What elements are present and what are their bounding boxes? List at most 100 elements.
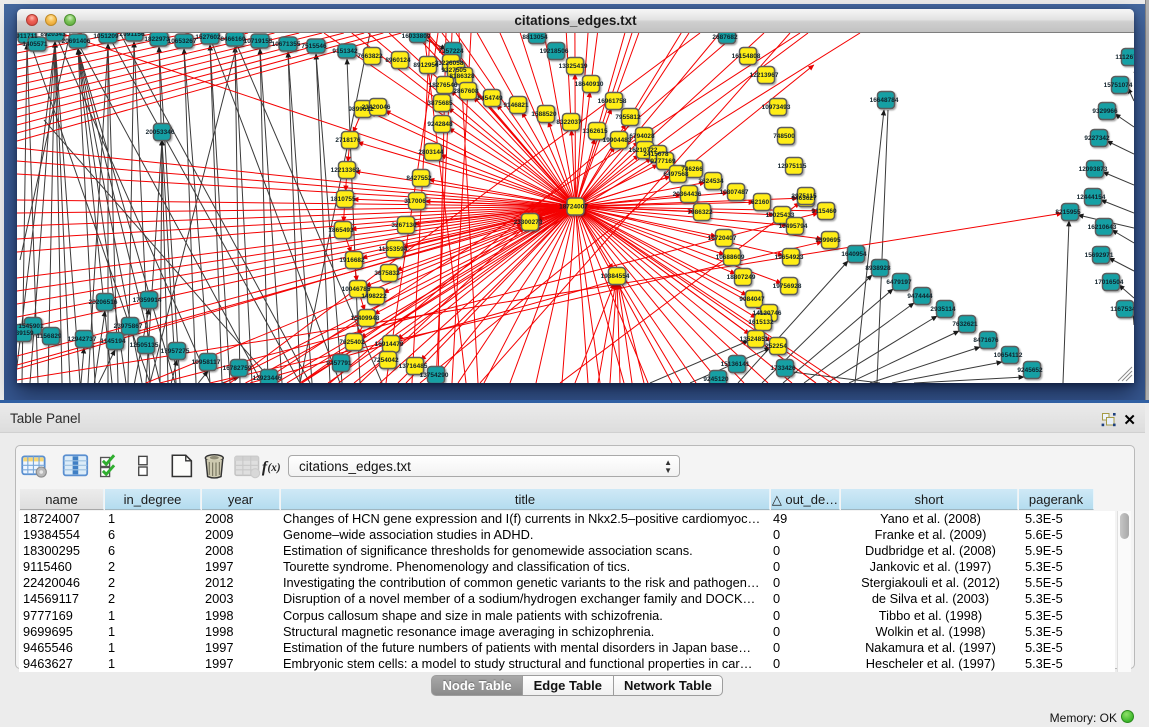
svg-text:1822973: 1822973 (144, 36, 170, 43)
svg-text:9457791: 9457791 (326, 360, 352, 367)
svg-text:9245120: 9245120 (703, 376, 729, 383)
svg-text:9242848: 9242848 (427, 121, 453, 128)
svg-text:1640954: 1640954 (841, 251, 867, 258)
svg-text:10653267: 10653267 (168, 38, 197, 45)
svg-text:20206516: 20206516 (89, 299, 118, 306)
svg-text:10671355: 10671355 (272, 41, 301, 48)
svg-text:9777169: 9777169 (650, 158, 676, 165)
svg-text:9084047: 9084047 (739, 296, 765, 303)
svg-text:16210643: 16210643 (1088, 224, 1117, 231)
svg-text:23226058: 23226058 (435, 60, 464, 67)
svg-text:7515546: 7515546 (301, 43, 327, 50)
svg-text:10046785: 10046785 (342, 286, 371, 293)
svg-text:20364436: 20364436 (673, 191, 702, 198)
svg-text:17359914: 17359914 (133, 297, 162, 304)
svg-text:8215955: 8215955 (1055, 209, 1081, 216)
svg-text:9227342: 9227342 (1084, 135, 1110, 142)
svg-text:1588520: 1588520 (531, 111, 557, 118)
svg-text:748500: 748500 (773, 133, 795, 140)
svg-text:19384554: 19384554 (601, 273, 630, 280)
svg-text:18640910: 18640910 (575, 81, 604, 88)
svg-text:6497568: 6497568 (663, 171, 689, 178)
svg-text:8938928: 8938928 (865, 265, 891, 272)
svg-text:10654112: 10654112 (994, 352, 1023, 359)
svg-text:252254: 252254 (765, 343, 787, 350)
svg-text:8186328: 8186328 (449, 73, 475, 80)
svg-text:10719155: 10719155 (244, 38, 273, 45)
svg-text:10973493: 10973493 (762, 104, 791, 111)
svg-text:9146821: 9146821 (503, 102, 529, 109)
svg-text:(x): (x) (268, 462, 281, 474)
svg-text:1405571: 1405571 (22, 41, 48, 48)
svg-text:1498222: 1498222 (361, 293, 387, 300)
svg-text:8471676: 8471676 (973, 337, 999, 344)
svg-text:8322037: 8322037 (556, 119, 582, 126)
svg-text:19654923: 19654923 (775, 254, 804, 261)
svg-text:6479197: 6479197 (886, 279, 912, 286)
svg-text:9115460: 9115460 (811, 208, 837, 215)
svg-text:2975115: 2975115 (791, 193, 817, 200)
svg-text:1733426: 1733426 (770, 365, 796, 372)
svg-text:15409948: 15409948 (351, 315, 380, 322)
svg-text:12093873: 12093873 (1079, 166, 1108, 173)
svg-text:1156829: 1156829 (36, 333, 62, 340)
svg-text:13325419: 13325419 (559, 63, 588, 70)
svg-text:16914479: 16914479 (375, 341, 404, 348)
svg-text:9245652: 9245652 (1017, 367, 1043, 374)
svg-text:12213967: 12213967 (750, 72, 779, 79)
svg-text:19218506: 19218506 (540, 48, 569, 55)
svg-text:7254042: 7254042 (373, 357, 399, 364)
svg-text:15720407: 15720407 (708, 235, 737, 242)
svg-text:15751074: 15751074 (1104, 82, 1133, 89)
svg-text:16154808: 16154808 (732, 53, 761, 60)
svg-text:19756928: 19756928 (773, 283, 802, 290)
svg-text:8813054: 8813054 (522, 34, 548, 41)
svg-text:2415678: 2415678 (643, 151, 669, 158)
svg-text:18724007: 18724007 (559, 204, 588, 211)
svg-text:1051209: 1051209 (93, 33, 119, 40)
svg-text:12942737: 12942737 (68, 336, 97, 343)
svg-text:9474444: 9474444 (907, 293, 933, 300)
svg-text:12444154: 12444154 (1077, 194, 1106, 201)
svg-text:8960124: 8960124 (385, 57, 411, 64)
svg-text:2803144: 2803144 (418, 149, 444, 156)
svg-text:1239159: 1239159 (17, 330, 34, 337)
svg-text:16782759: 16782759 (223, 365, 252, 372)
svg-text:1112674: 1112674 (1115, 54, 1134, 61)
svg-text:1911711: 1911711 (17, 33, 38, 40)
svg-text:16648784: 16648784 (870, 97, 899, 104)
svg-text:19904483: 19904483 (603, 137, 632, 144)
svg-text:1145194: 1145194 (100, 338, 126, 345)
svg-text:20053346: 20053346 (146, 129, 175, 136)
svg-text:16961758: 16961758 (598, 98, 627, 105)
svg-text:8454749: 8454749 (477, 95, 503, 102)
svg-text:9151342: 9151342 (332, 48, 358, 55)
svg-text:13524851: 13524851 (740, 336, 769, 343)
svg-text:7986322: 7986322 (687, 209, 713, 216)
svg-text:2867608: 2867608 (453, 88, 479, 95)
svg-text:2687682: 2687682 (712, 34, 738, 41)
svg-text:13495794: 13495794 (779, 223, 808, 230)
svg-text:6794028: 6794028 (629, 133, 655, 140)
svg-text:14120746: 14120746 (753, 310, 782, 317)
svg-text:16033809: 16033809 (402, 33, 431, 40)
svg-text:3624534: 3624534 (698, 178, 724, 185)
svg-text:1810755: 1810755 (330, 196, 356, 203)
svg-text:2935114: 2935114 (930, 306, 956, 313)
svg-text:317006: 317006 (404, 198, 426, 205)
svg-text:13754290: 13754290 (420, 372, 449, 379)
svg-text:1362615: 1362615 (582, 128, 608, 135)
svg-text:1167534: 1167534 (1110, 306, 1134, 313)
svg-text:17957275: 17957275 (161, 348, 190, 355)
svg-text:12505135: 12505135 (130, 342, 159, 349)
svg-text:15136141: 15136141 (721, 361, 750, 368)
svg-text:3267130: 3267130 (391, 222, 417, 229)
svg-text:7357224: 7357224 (438, 48, 464, 55)
svg-text:10025433: 10025433 (766, 212, 795, 219)
svg-text:1545901: 1545901 (18, 323, 44, 330)
svg-text:1527602: 1527602 (195, 34, 221, 41)
svg-text:13716485: 13716485 (399, 363, 428, 370)
svg-text:2091156: 2091156 (119, 33, 145, 38)
svg-text:10807487: 10807487 (720, 189, 749, 196)
svg-text:20691406: 20691406 (62, 38, 91, 45)
